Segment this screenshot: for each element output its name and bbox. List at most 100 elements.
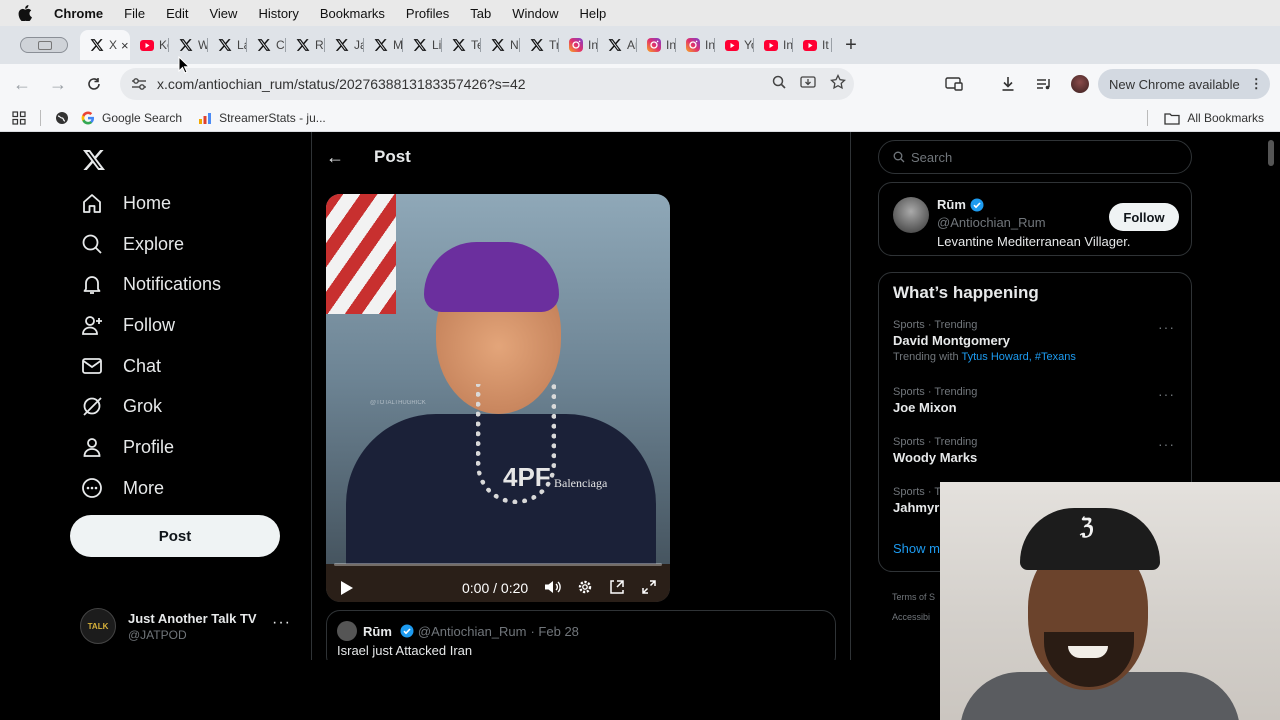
menu-history[interactable]: History (258, 6, 298, 21)
search-icon (80, 232, 104, 256)
follow-button[interactable]: Follow (1109, 203, 1179, 231)
account-more-icon[interactable]: ··· (272, 614, 291, 632)
address-bar[interactable]: x.com/antiochian_rum/status/202763881318… (120, 68, 854, 100)
browser-tab[interactable]: Yo (715, 30, 754, 60)
browser-tab[interactable]: In (637, 30, 676, 60)
browser-tab[interactable]: Ar (598, 30, 637, 60)
cast-media-icon[interactable] (936, 66, 972, 102)
trend-item[interactable]: Sports · Trending Woody Marks ··· (893, 436, 1183, 465)
nav-notifications[interactable]: Notifications (80, 266, 221, 302)
search-box[interactable]: Search (878, 140, 1192, 174)
profile-avatar-icon[interactable] (1062, 66, 1098, 102)
trend-related-links[interactable]: Tytus Howard, #Texans (961, 351, 1075, 363)
nav-profile[interactable]: Profile (80, 429, 174, 465)
menu-tab[interactable]: Tab (470, 6, 491, 21)
accessibility-link[interactable]: Accessibi (892, 607, 935, 627)
menu-view[interactable]: View (209, 6, 237, 21)
nav-home[interactable]: Home (80, 185, 171, 221)
person-icon (80, 435, 104, 459)
bookmark-globe-icon[interactable] (55, 111, 69, 125)
x-logo-icon[interactable] (82, 148, 106, 172)
terms-link[interactable]: Terms of S (892, 587, 935, 607)
quoted-post[interactable]: Rūm @Antiochian_Rum · Feb 28 Israel just… (326, 610, 836, 660)
browser-tab[interactable]: N (481, 30, 520, 60)
back-button[interactable]: ← (4, 66, 40, 102)
bookmark-star-icon[interactable] (830, 73, 846, 95)
apps-grid-icon[interactable] (12, 110, 26, 125)
settings-gear-icon[interactable] (576, 578, 594, 596)
install-app-icon[interactable] (800, 75, 816, 94)
fullscreen-icon[interactable] (640, 578, 658, 596)
author-name-row[interactable]: Rūm (937, 197, 984, 212)
site-settings-icon[interactable] (124, 77, 154, 91)
menu-file[interactable]: File (124, 6, 145, 21)
browser-tab[interactable]: Te (442, 30, 481, 60)
bell-icon (80, 272, 104, 296)
browser-tab[interactable]: La (208, 30, 247, 60)
author-avatar[interactable] (893, 197, 929, 233)
trend-name: David Montgomery (893, 333, 1011, 348)
browser-tab[interactable]: Ja (325, 30, 364, 60)
menu-help[interactable]: Help (580, 6, 607, 21)
show-more-link[interactable]: Show m (893, 541, 940, 556)
downloads-icon[interactable] (990, 66, 1026, 102)
nav-explore[interactable]: Explore (80, 226, 184, 262)
menu-bookmarks[interactable]: Bookmarks (320, 6, 385, 21)
trend-item[interactable]: Sports · Trending Joe Mixon ··· (893, 386, 1183, 415)
browser-tab[interactable]: In (754, 30, 793, 60)
browser-tab[interactable]: In (559, 30, 598, 60)
browser-tab[interactable]: Ke (130, 30, 169, 60)
video-player[interactable]: 4PF Balenciaga @TOTALTHUGRICK 0:00 / 0:2… (326, 194, 670, 602)
new-tab-button[interactable]: + (836, 30, 866, 60)
zoom-icon[interactable] (772, 75, 786, 94)
menu-edit[interactable]: Edit (166, 6, 188, 21)
nav-chat[interactable]: Chat (80, 348, 161, 384)
all-bookmarks[interactable]: All Bookmarks (1147, 104, 1264, 132)
browser-tab[interactable]: Li (403, 30, 442, 60)
page-scrollbar[interactable] (1268, 140, 1274, 166)
update-chrome-button[interactable]: New Chrome available ⋮ (1098, 69, 1270, 99)
nav-label: Explore (123, 233, 185, 254)
picture-in-picture-icon[interactable] (608, 578, 626, 596)
browser-tab[interactable]: M (364, 30, 403, 60)
url-text[interactable]: x.com/antiochian_rum/status/202763881318… (157, 76, 526, 92)
browser-tab[interactable]: In (676, 30, 715, 60)
browser-tab[interactable]: Cl (247, 30, 286, 60)
bookmark-google-search[interactable]: Google Search (81, 111, 182, 125)
close-tab-icon[interactable]: × (121, 38, 129, 53)
menu-app-name[interactable]: Chrome (54, 6, 103, 21)
nav-more[interactable]: More (80, 470, 164, 506)
author-handle[interactable]: @Antiochian_Rum (937, 215, 1046, 230)
nav-grok[interactable]: Grok (80, 388, 162, 424)
video-progress-bar[interactable] (334, 563, 662, 566)
reload-button[interactable] (76, 66, 112, 102)
nav-follow[interactable]: Follow (80, 307, 175, 343)
tab-group-chip[interactable] (10, 30, 80, 60)
browser-tab[interactable]: X × (80, 30, 130, 60)
menu-window[interactable]: Window (512, 6, 558, 21)
browser-tab[interactable]: It (793, 30, 832, 60)
quoted-author-handle[interactable]: @Antiochian_Rum (418, 624, 527, 639)
media-control-icon[interactable] (1026, 66, 1062, 102)
trend-more-icon[interactable]: ··· (1158, 319, 1175, 335)
trend-more-icon[interactable]: ··· (1158, 386, 1175, 402)
account-switcher[interactable]: TALK Just Another Talk TV @JATPOD ··· (80, 606, 295, 646)
forward-button[interactable]: → (40, 66, 76, 102)
volume-icon[interactable] (544, 578, 562, 596)
trend-more-icon[interactable]: ··· (1158, 436, 1175, 452)
browser-tab[interactable]: Tr (520, 30, 559, 60)
trend-meta: Sports · Trending (893, 319, 978, 331)
menu-profiles[interactable]: Profiles (406, 6, 449, 21)
trend-item[interactable]: Sports · Trending David Montgomery Trend… (893, 319, 1183, 363)
browser-tab[interactable]: Re (286, 30, 325, 60)
chrome-menu-icon[interactable]: ⋮ (1250, 76, 1263, 92)
play-icon[interactable] (340, 580, 354, 596)
back-arrow-icon[interactable]: ← (326, 147, 344, 168)
bookmark-streamerstats[interactable]: StreamerStats - ju... (198, 111, 326, 125)
quoted-author-name[interactable]: Rūm (363, 624, 392, 639)
apple-icon[interactable] (18, 5, 34, 21)
post-header: ← Post (326, 142, 411, 172)
nav-label: Home (123, 192, 172, 213)
post-button[interactable]: Post (70, 515, 280, 557)
nav-label: Grok (123, 395, 163, 416)
